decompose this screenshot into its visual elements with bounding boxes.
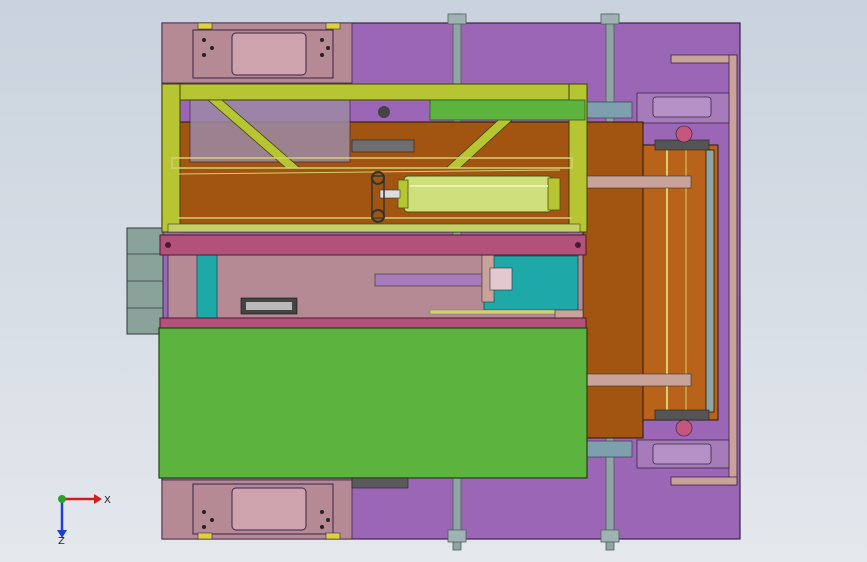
slider-block	[489, 267, 513, 291]
pink-rail-lower	[159, 317, 587, 329]
cyan-block-left	[196, 254, 218, 322]
top-mount-left	[192, 29, 334, 79]
purple-rod	[374, 273, 486, 287]
triad-x-label: X	[104, 495, 111, 506]
brown-plate-right	[582, 121, 719, 439]
triad-x-arrow	[94, 494, 102, 504]
bottom-mount-left	[192, 483, 334, 535]
top-yellow-tab-2	[325, 22, 341, 30]
blue-grey-spacer-top	[585, 101, 633, 119]
assembly-model[interactable]	[0, 0, 867, 562]
bottom-yellow-tab-2	[325, 532, 341, 540]
side-grey-box	[126, 227, 164, 335]
bottom-panel	[351, 477, 409, 489]
pneumatic-cylinder	[379, 175, 561, 213]
pink-rail-upper	[159, 234, 587, 256]
bottom-yellow-tab	[197, 532, 213, 540]
top-yellow-tab	[197, 22, 213, 30]
blue-grey-spacer-bottom	[585, 440, 633, 458]
green-cover	[158, 327, 588, 479]
cad-viewport[interactable]: X Z	[0, 0, 867, 562]
triad-z-label: Z	[58, 536, 65, 544]
yellow-rail-mid	[429, 309, 556, 315]
triad-y-origin	[58, 495, 66, 503]
coordinate-triad: X Z	[57, 494, 111, 544]
